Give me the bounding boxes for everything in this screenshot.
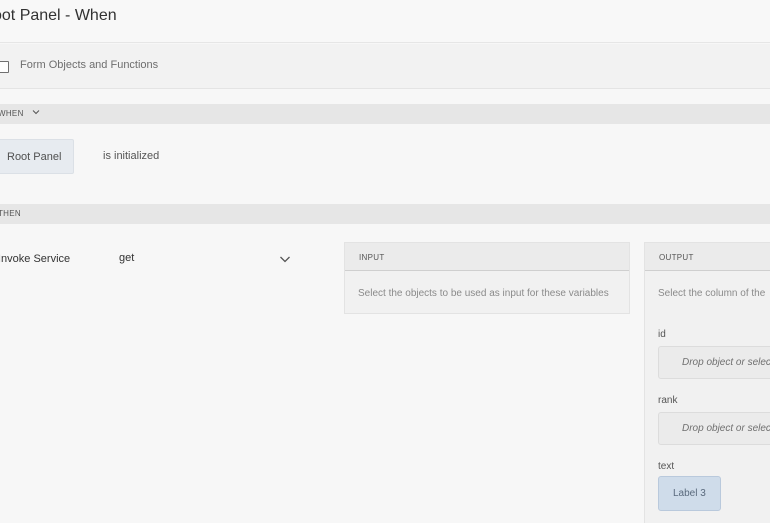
service-value: get (119, 252, 135, 264)
drop-zone-placeholder: Drop object or selec (682, 357, 770, 368)
when-section-header[interactable]: WHEN (0, 104, 770, 124)
field-label-id: id (658, 329, 666, 340)
form-objects-label[interactable]: Form Objects and Functions (20, 59, 158, 71)
condition-text[interactable]: is initialized (103, 150, 159, 162)
component-chip-label: Root Panel (7, 151, 62, 163)
toolbar: Form Objects and Functions (0, 44, 770, 89)
input-panel-header: INPUT (345, 243, 629, 271)
drop-zone-rank[interactable]: Drop object or selec (658, 412, 770, 445)
field-label-rank: rank (658, 395, 678, 406)
output-panel-header: OUTPUT (645, 243, 770, 271)
then-section-header: THEN (0, 204, 770, 224)
field-value-label: Label 3 (673, 488, 706, 499)
component-chip[interactable]: Root Panel (0, 139, 74, 174)
drop-zone-placeholder: Drop object or selec (682, 423, 770, 434)
field-label-text: text (658, 461, 675, 472)
service-select[interactable]: get (112, 244, 302, 274)
page-title: oot Panel - When (0, 7, 117, 24)
chevron-down-icon[interactable] (32, 108, 40, 116)
action-label[interactable]: Invoke Service (0, 253, 70, 265)
then-label: THEN (0, 209, 21, 218)
drop-zone-id[interactable]: Drop object or selec (658, 346, 770, 379)
input-panel-hint: Select the objects to be used as input f… (358, 288, 609, 299)
title-bar: oot Panel - When (0, 0, 770, 43)
input-panel-title: INPUT (359, 253, 385, 262)
input-panel: INPUT Select the objects to be used as i… (344, 242, 630, 314)
output-panel-hint: Select the column of the (658, 288, 766, 299)
chevron-down-icon[interactable] (279, 253, 291, 265)
field-value-chip[interactable]: Label 3 (658, 476, 721, 511)
output-panel-title: OUTPUT (659, 253, 694, 262)
when-label: WHEN (0, 109, 24, 118)
form-objects-checkbox[interactable] (0, 61, 9, 73)
